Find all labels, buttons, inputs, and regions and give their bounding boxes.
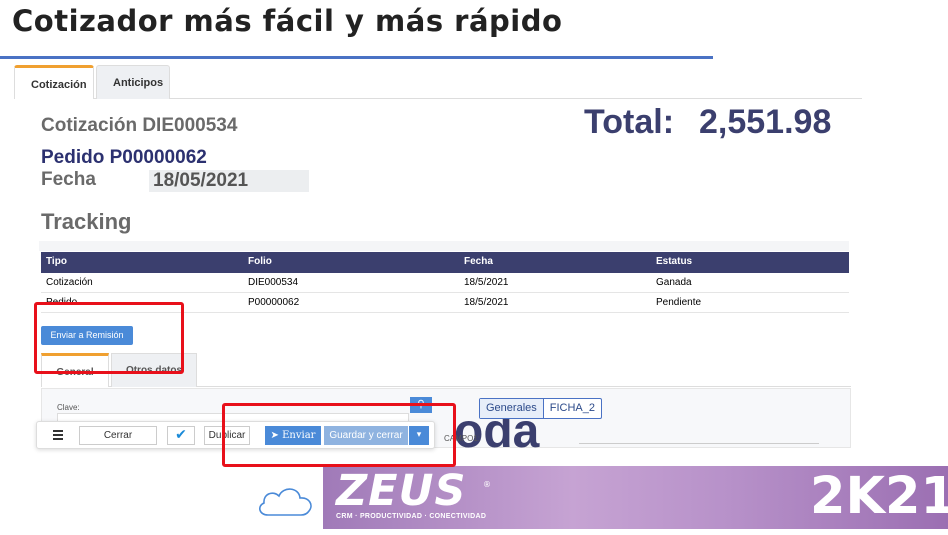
app-screenshot: Cotización Anticipos Cotización DIE00053… xyxy=(14,63,862,448)
order-number: Pedido P00000062 xyxy=(41,147,207,168)
title-underline xyxy=(0,56,713,59)
header-fecha: Fecha xyxy=(464,256,493,267)
cell-folio: P00000062 xyxy=(248,297,300,308)
tab-cotizacion[interactable]: Cotización xyxy=(14,65,94,99)
registered-mark: ® xyxy=(483,480,491,489)
highlight-box-remission xyxy=(34,302,184,374)
close-button[interactable]: Cerrar xyxy=(79,426,157,445)
quote-title: Cotización DIE000534 xyxy=(41,115,238,136)
total-label: Total: xyxy=(584,103,675,141)
main-tabs: Cotización Anticipos xyxy=(14,63,862,99)
total-value: 2,551.98 xyxy=(699,103,832,141)
cell-folio: DIE000534 xyxy=(248,277,299,288)
cell-estatus: Ganada xyxy=(656,277,692,288)
tracking-title: Tracking xyxy=(41,209,132,234)
date-value: 18/05/2021 xyxy=(149,170,309,192)
header-tipo: Tipo xyxy=(46,256,67,267)
campo1-field[interactable] xyxy=(579,443,819,444)
cell-estatus: Pendiente xyxy=(656,297,702,308)
check-icon[interactable]: ✔ xyxy=(167,426,195,445)
header-estatus: Estatus xyxy=(656,256,693,267)
highlight-box-send xyxy=(222,403,456,467)
header-folio: Folio xyxy=(248,256,272,267)
ficha-2-button[interactable]: FICHA_2 xyxy=(544,399,601,418)
tracking-spacer xyxy=(39,241,849,251)
table-header-row: Tipo Folio Fecha Estatus xyxy=(41,252,849,273)
ficha-button-group: Generales FICHA_2 xyxy=(479,398,603,419)
cell-tipo: Cotización xyxy=(46,277,93,288)
brand-banner: ZEUS ® CRM · PRODUCTIVIDAD · CONECTIVIDA… xyxy=(323,466,948,529)
clave-label: Clave: xyxy=(57,403,80,412)
cell-fecha: 18/5/2021 xyxy=(464,297,509,308)
ficha-generales-button[interactable]: Generales xyxy=(480,399,544,418)
brand-tagline: CRM · PRODUCTIVIDAD · CONECTIVIDAD xyxy=(336,513,487,520)
menu-icon[interactable] xyxy=(53,430,63,440)
year-label: 2K21 xyxy=(810,467,948,526)
cloud-icon xyxy=(259,488,312,516)
tab-anticipos[interactable]: Anticipos xyxy=(96,65,170,99)
cell-fecha: 18/5/2021 xyxy=(464,277,509,288)
zeus-logo: ZEUS xyxy=(336,466,467,516)
table-row[interactable]: Cotización DIE000534 18/5/2021 Ganada xyxy=(41,273,849,293)
date-label: Fecha xyxy=(41,169,96,190)
slide-title: Cotizador más fácil y más rápido xyxy=(12,4,563,38)
